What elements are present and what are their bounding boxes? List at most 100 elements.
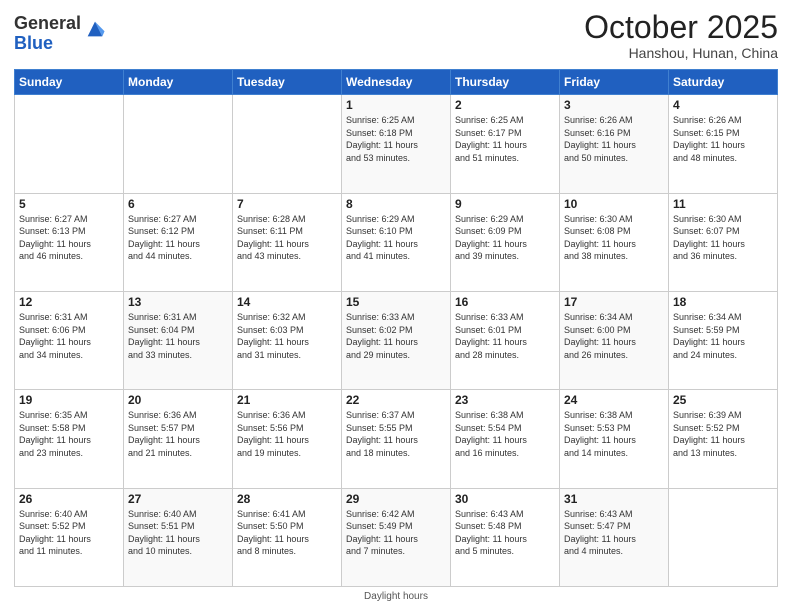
calendar-cell: 27 Sunrise: 6:40 AM Sunset: 5:51 PM Dayli… — [124, 488, 233, 586]
location: Hanshou, Hunan, China — [584, 45, 778, 61]
day-info: Sunrise: 6:35 AM Sunset: 5:58 PM Dayligh… — [19, 409, 119, 459]
calendar-cell: 1 Sunrise: 6:25 AM Sunset: 6:18 PM Daylig… — [342, 95, 451, 193]
calendar-cell: 17 Sunrise: 6:34 AM Sunset: 6:00 PM Dayli… — [560, 291, 669, 389]
day-number: 21 — [237, 393, 337, 407]
day-info: Sunrise: 6:36 AM Sunset: 5:56 PM Dayligh… — [237, 409, 337, 459]
day-info: Sunrise: 6:25 AM Sunset: 6:18 PM Dayligh… — [346, 114, 446, 164]
day-info: Sunrise: 6:40 AM Sunset: 5:52 PM Dayligh… — [19, 508, 119, 558]
day-info: Sunrise: 6:31 AM Sunset: 6:04 PM Dayligh… — [128, 311, 228, 361]
day-number: 13 — [128, 295, 228, 309]
day-number: 18 — [673, 295, 773, 309]
weekday-header: Tuesday — [233, 70, 342, 95]
calendar-cell: 2 Sunrise: 6:25 AM Sunset: 6:17 PM Daylig… — [451, 95, 560, 193]
calendar-cell — [15, 95, 124, 193]
calendar-week-row: 5 Sunrise: 6:27 AM Sunset: 6:13 PM Daylig… — [15, 193, 778, 291]
calendar-cell: 19Sunrise: 6:35 AM Sunset: 5:58 PM Dayli… — [15, 390, 124, 488]
footer-note: Daylight hours — [14, 591, 778, 602]
day-info: Sunrise: 6:30 AM Sunset: 6:07 PM Dayligh… — [673, 213, 773, 263]
day-number: 12 — [19, 295, 119, 309]
weekday-header-row: SundayMondayTuesdayWednesdayThursdayFrid… — [15, 70, 778, 95]
calendar-cell: 7 Sunrise: 6:28 AM Sunset: 6:11 PM Daylig… — [233, 193, 342, 291]
calendar-cell: 24 Sunrise: 6:38 AM Sunset: 5:53 PM Dayli… — [560, 390, 669, 488]
day-info: Sunrise: 6:43 AM Sunset: 5:48 PM Dayligh… — [455, 508, 555, 558]
day-info: Sunrise: 6:29 AM Sunset: 6:10 PM Dayligh… — [346, 213, 446, 263]
day-number: 28 — [237, 492, 337, 506]
calendar-cell: 23 Sunrise: 6:38 AM Sunset: 5:54 PM Dayli… — [451, 390, 560, 488]
calendar-cell: 5 Sunrise: 6:27 AM Sunset: 6:13 PM Daylig… — [15, 193, 124, 291]
day-info: Sunrise: 6:33 AM Sunset: 6:01 PM Dayligh… — [455, 311, 555, 361]
calendar-cell: 16 Sunrise: 6:33 AM Sunset: 6:01 PM Dayli… — [451, 291, 560, 389]
day-info: Sunrise: 6:33 AM Sunset: 6:02 PM Dayligh… — [346, 311, 446, 361]
day-number: 14 — [237, 295, 337, 309]
day-info: Sunrise: 6:26 AM Sunset: 6:16 PM Dayligh… — [564, 114, 664, 164]
day-number: 23 — [455, 393, 555, 407]
weekday-header: Saturday — [669, 70, 778, 95]
calendar-table: SundayMondayTuesdayWednesdayThursdayFrid… — [14, 69, 778, 587]
day-number: 22 — [346, 393, 446, 407]
day-number: 31 — [564, 492, 664, 506]
day-number: 15 — [346, 295, 446, 309]
calendar-cell: 15 Sunrise: 6:33 AM Sunset: 6:02 PM Dayli… — [342, 291, 451, 389]
calendar-cell: 26 Sunrise: 6:40 AM Sunset: 5:52 PM Dayli… — [15, 488, 124, 586]
day-info: Sunrise: 6:40 AM Sunset: 5:51 PM Dayligh… — [128, 508, 228, 558]
day-number: 16 — [455, 295, 555, 309]
day-number: 25 — [673, 393, 773, 407]
day-info: Sunrise: 6:32 AM Sunset: 6:03 PM Dayligh… — [237, 311, 337, 361]
calendar-week-row: 12 Sunrise: 6:31 AM Sunset: 6:06 PM Dayli… — [15, 291, 778, 389]
calendar-cell: 8 Sunrise: 6:29 AM Sunset: 6:10 PM Daylig… — [342, 193, 451, 291]
day-number: 24 — [564, 393, 664, 407]
day-info: Sunrise: 6:38 AM Sunset: 5:53 PM Dayligh… — [564, 409, 664, 459]
day-number: 11 — [673, 197, 773, 211]
calendar-cell: 30 Sunrise: 6:43 AM Sunset: 5:48 PM Dayli… — [451, 488, 560, 586]
day-number: 2 — [455, 98, 555, 112]
calendar-cell: 9Sunrise: 6:29 AM Sunset: 6:09 PM Daylig… — [451, 193, 560, 291]
calendar-week-row: 19Sunrise: 6:35 AM Sunset: 5:58 PM Dayli… — [15, 390, 778, 488]
day-info: Sunrise: 6:27 AM Sunset: 6:13 PM Dayligh… — [19, 213, 119, 263]
calendar-cell: 6Sunrise: 6:27 AM Sunset: 6:12 PM Daylig… — [124, 193, 233, 291]
day-number: 20 — [128, 393, 228, 407]
day-info: Sunrise: 6:28 AM Sunset: 6:11 PM Dayligh… — [237, 213, 337, 263]
weekday-header: Wednesday — [342, 70, 451, 95]
weekday-header: Thursday — [451, 70, 560, 95]
header: General Blue October 2025 Hanshou, Hunan… — [14, 10, 778, 61]
day-info: Sunrise: 6:42 AM Sunset: 5:49 PM Dayligh… — [346, 508, 446, 558]
calendar-cell: 4Sunrise: 6:26 AM Sunset: 6:15 PM Daylig… — [669, 95, 778, 193]
calendar-cell: 18 Sunrise: 6:34 AM Sunset: 5:59 PM Dayli… — [669, 291, 778, 389]
calendar-cell: 21 Sunrise: 6:36 AM Sunset: 5:56 PM Dayli… — [233, 390, 342, 488]
calendar-cell: 28Sunrise: 6:41 AM Sunset: 5:50 PM Dayli… — [233, 488, 342, 586]
logo-text: General Blue — [14, 14, 81, 54]
day-number: 17 — [564, 295, 664, 309]
day-info: Sunrise: 6:38 AM Sunset: 5:54 PM Dayligh… — [455, 409, 555, 459]
calendar-cell: 10 Sunrise: 6:30 AM Sunset: 6:08 PM Dayli… — [560, 193, 669, 291]
calendar-week-row: 1 Sunrise: 6:25 AM Sunset: 6:18 PM Daylig… — [15, 95, 778, 193]
weekday-header: Sunday — [15, 70, 124, 95]
month-title: October 2025 — [584, 10, 778, 45]
logo: General Blue — [14, 14, 106, 54]
day-info: Sunrise: 6:34 AM Sunset: 6:00 PM Dayligh… — [564, 311, 664, 361]
day-info: Sunrise: 6:36 AM Sunset: 5:57 PM Dayligh… — [128, 409, 228, 459]
day-number: 30 — [455, 492, 555, 506]
calendar-week-row: 26 Sunrise: 6:40 AM Sunset: 5:52 PM Dayli… — [15, 488, 778, 586]
day-info: Sunrise: 6:37 AM Sunset: 5:55 PM Dayligh… — [346, 409, 446, 459]
day-info: Sunrise: 6:29 AM Sunset: 6:09 PM Dayligh… — [455, 213, 555, 263]
calendar-cell: 11 Sunrise: 6:30 AM Sunset: 6:07 PM Dayli… — [669, 193, 778, 291]
day-number: 29 — [346, 492, 446, 506]
day-number: 26 — [19, 492, 119, 506]
day-number: 4 — [673, 98, 773, 112]
day-number: 1 — [346, 98, 446, 112]
day-number: 7 — [237, 197, 337, 211]
day-number: 10 — [564, 197, 664, 211]
day-info: Sunrise: 6:31 AM Sunset: 6:06 PM Dayligh… — [19, 311, 119, 361]
day-info: Sunrise: 6:34 AM Sunset: 5:59 PM Dayligh… — [673, 311, 773, 361]
day-number: 5 — [19, 197, 119, 211]
calendar-cell: 25Sunrise: 6:39 AM Sunset: 5:52 PM Dayli… — [669, 390, 778, 488]
calendar-cell: 3Sunrise: 6:26 AM Sunset: 6:16 PM Daylig… — [560, 95, 669, 193]
day-number: 27 — [128, 492, 228, 506]
weekday-header: Monday — [124, 70, 233, 95]
day-info: Sunrise: 6:25 AM Sunset: 6:17 PM Dayligh… — [455, 114, 555, 164]
day-info: Sunrise: 6:27 AM Sunset: 6:12 PM Dayligh… — [128, 213, 228, 263]
day-info: Sunrise: 6:30 AM Sunset: 6:08 PM Dayligh… — [564, 213, 664, 263]
calendar-cell — [233, 95, 342, 193]
day-number: 8 — [346, 197, 446, 211]
calendar-cell: 13 Sunrise: 6:31 AM Sunset: 6:04 PM Dayli… — [124, 291, 233, 389]
